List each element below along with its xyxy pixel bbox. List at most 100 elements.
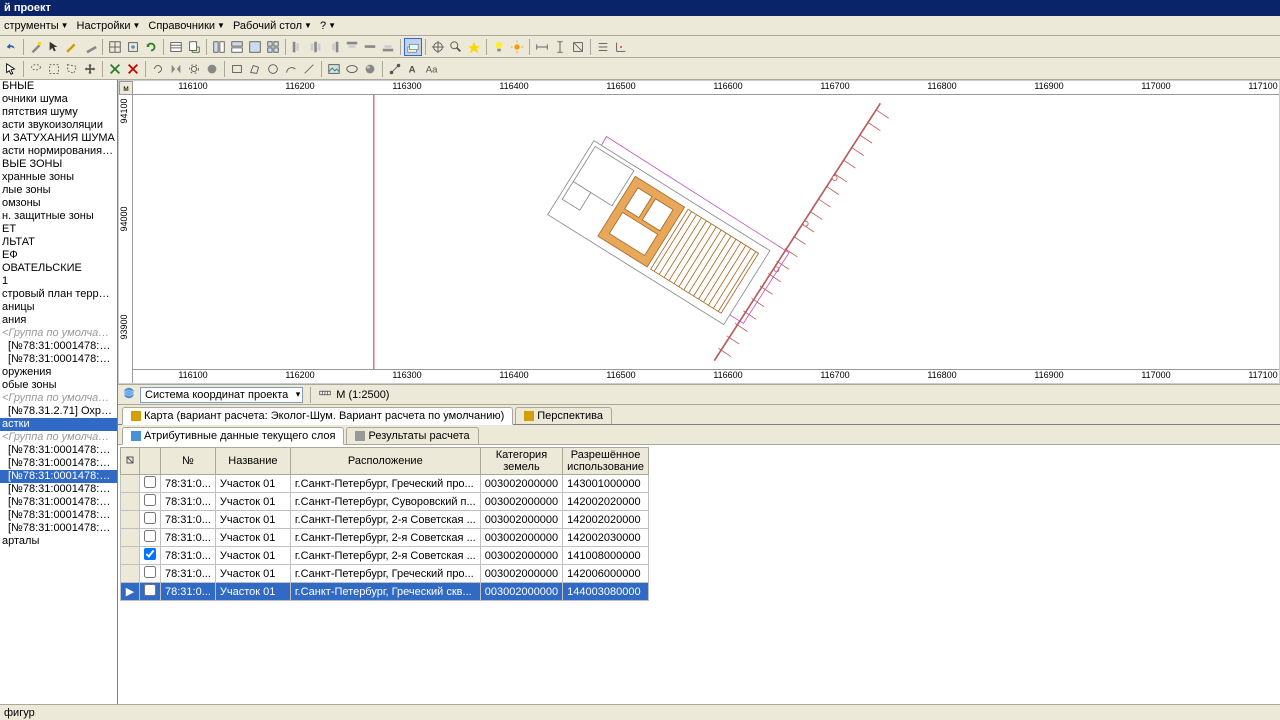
tool-list[interactable] xyxy=(594,38,612,56)
map-canvas[interactable] xyxy=(133,95,1279,369)
layer-item[interactable]: пятствия шуму xyxy=(0,106,117,119)
tool-dim3[interactable] xyxy=(569,38,587,56)
row-checkbox[interactable] xyxy=(144,530,156,542)
layer-item[interactable]: [№78:31:0001478:9] У... xyxy=(0,470,117,483)
tool-snap[interactable] xyxy=(124,38,142,56)
table-row[interactable]: 78:31:0...Участок 01г.Санкт-Петербург, С… xyxy=(121,493,649,511)
tool-image[interactable] xyxy=(325,60,343,78)
table-row[interactable]: 78:31:0...Участок 01г.Санкт-Петербург, Г… xyxy=(121,475,649,493)
tool-layers[interactable] xyxy=(404,38,422,56)
layer-item[interactable]: ВЫЕ ЗОНЫ xyxy=(0,158,117,171)
tool-target[interactable] xyxy=(429,38,447,56)
layer-item[interactable]: [№78:31:0001478:3] У... xyxy=(0,509,117,522)
tool-rotate[interactable] xyxy=(149,60,167,78)
layer-item[interactable]: асти звукоизоляции xyxy=(0,119,117,132)
table-row[interactable]: 78:31:0...Участок 01г.Санкт-Петербург, Г… xyxy=(121,565,649,583)
row-checkbox[interactable] xyxy=(144,584,156,596)
tool-dim1[interactable] xyxy=(533,38,551,56)
tool-gear[interactable] xyxy=(185,60,203,78)
tool-win3[interactable] xyxy=(246,38,264,56)
tab[interactable]: Перспектива xyxy=(515,407,612,424)
tool-align5[interactable] xyxy=(361,38,379,56)
tool-rect-select[interactable] xyxy=(45,60,63,78)
menu-item[interactable]: Справочники ▼ xyxy=(144,18,229,34)
layer-item[interactable]: <Группа по умолчанию> xyxy=(0,431,117,444)
tool-undo[interactable] xyxy=(2,38,20,56)
tool-light[interactable] xyxy=(490,38,508,56)
layer-item[interactable]: И ЗАТУХАНИЯ ШУМА xyxy=(0,132,117,145)
tool-circle[interactable] xyxy=(203,60,221,78)
layer-item[interactable]: омзоны xyxy=(0,197,117,210)
tool-oval[interactable] xyxy=(343,60,361,78)
layer-item[interactable]: [№78:31:0001478:8] У... xyxy=(0,483,117,496)
layer-item[interactable]: аницы xyxy=(0,301,117,314)
row-checkbox[interactable] xyxy=(144,566,156,578)
table-row[interactable]: 78:31:0...Участок 01г.Санкт-Петербург, 2… xyxy=(121,547,649,565)
tool-coords[interactable] xyxy=(612,38,630,56)
tool-export[interactable] xyxy=(185,38,203,56)
tool-poly-select[interactable] xyxy=(63,60,81,78)
menu-item[interactable]: струменты ▼ xyxy=(0,18,73,34)
layer-item[interactable]: н. защитные зоны xyxy=(0,210,117,223)
layers-panel[interactable]: БНЫЕочники шумапятствия шумуасти звукоиз… xyxy=(0,80,118,704)
tool-pointer[interactable] xyxy=(45,38,63,56)
tab[interactable]: Результаты расчета xyxy=(346,427,478,444)
layer-item[interactable]: [№78:31:0001478:1004... xyxy=(0,353,117,366)
tool-align1[interactable] xyxy=(289,38,307,56)
tool-del-green[interactable] xyxy=(106,60,124,78)
layer-item[interactable]: ОВАТЕЛЬСКИЕ xyxy=(0,262,117,275)
tool-win1[interactable] xyxy=(210,38,228,56)
tool-align4[interactable] xyxy=(343,38,361,56)
layer-item[interactable]: ЕФ xyxy=(0,249,117,262)
tool-node[interactable] xyxy=(386,60,404,78)
menu-item[interactable]: Рабочий стол ▼ xyxy=(229,18,316,34)
table-row[interactable]: 78:31:0...Участок 01г.Санкт-Петербург, 2… xyxy=(121,529,649,547)
layer-item[interactable]: [№78.31.2.71] Охранна... xyxy=(0,405,117,418)
layer-item[interactable]: астки xyxy=(0,418,117,431)
layer-item[interactable]: арталы xyxy=(0,535,117,548)
layer-item[interactable]: асти нормирования шума xyxy=(0,145,117,158)
tool-star[interactable] xyxy=(465,38,483,56)
layer-item[interactable]: хранные зоны xyxy=(0,171,117,184)
tool-align3[interactable] xyxy=(325,38,343,56)
tool-font[interactable]: Aa xyxy=(422,60,440,78)
layer-item[interactable]: ЛЬТАТ xyxy=(0,236,117,249)
tool-grid[interactable] xyxy=(106,38,124,56)
row-checkbox[interactable] xyxy=(144,512,156,524)
tool-win4[interactable] xyxy=(264,38,282,56)
layer-item[interactable]: БНЫЕ xyxy=(0,80,117,93)
layer-item[interactable]: лые зоны xyxy=(0,184,117,197)
layer-item[interactable]: 1 xyxy=(0,275,117,288)
tool-draw-line[interactable] xyxy=(300,60,318,78)
tool-draw-poly[interactable] xyxy=(246,60,264,78)
row-checkbox[interactable] xyxy=(144,494,156,506)
layer-item[interactable]: стровый план территори... xyxy=(0,288,117,301)
tool-lasso[interactable] xyxy=(27,60,45,78)
tool-del-red[interactable] xyxy=(124,60,142,78)
tool-draw-circle[interactable] xyxy=(264,60,282,78)
tool-zoom[interactable] xyxy=(447,38,465,56)
tool-table[interactable] xyxy=(167,38,185,56)
coord-system-dropdown[interactable]: Система координат проекта xyxy=(140,387,303,403)
layer-item[interactable]: [№78:31:0001478:2] У... xyxy=(0,522,117,535)
tool-align6[interactable] xyxy=(379,38,397,56)
tool-win2[interactable] xyxy=(228,38,246,56)
row-checkbox[interactable] xyxy=(144,476,156,488)
layer-item[interactable]: [№78:31:0001478:1011... xyxy=(0,340,117,353)
table-row[interactable]: ▶78:31:0...Участок 01г.Санкт-Петербург, … xyxy=(121,583,649,601)
tool-edit[interactable] xyxy=(63,38,81,56)
layer-item[interactable]: ЕТ xyxy=(0,223,117,236)
tool-dim2[interactable] xyxy=(551,38,569,56)
tool-sun[interactable] xyxy=(508,38,526,56)
table-row[interactable]: 78:31:0...Участок 01г.Санкт-Петербург, 2… xyxy=(121,511,649,529)
tool-draw-arc[interactable] xyxy=(282,60,300,78)
attribute-table[interactable]: №НазваниеРасположениеКатегория земельРаз… xyxy=(120,447,649,601)
map-viewport[interactable]: м 941009400093900 1161001162001163001164… xyxy=(118,80,1280,384)
tool-refresh[interactable] xyxy=(142,38,160,56)
layer-item[interactable]: <Группа по умолчанию> xyxy=(0,327,117,340)
menu-item[interactable]: Настройки ▼ xyxy=(73,18,145,34)
tool-text[interactable]: A xyxy=(404,60,422,78)
layer-item[interactable]: оружения xyxy=(0,366,117,379)
layer-item[interactable]: [№78:31:0001478:1080... xyxy=(0,444,117,457)
tool-align2[interactable] xyxy=(307,38,325,56)
